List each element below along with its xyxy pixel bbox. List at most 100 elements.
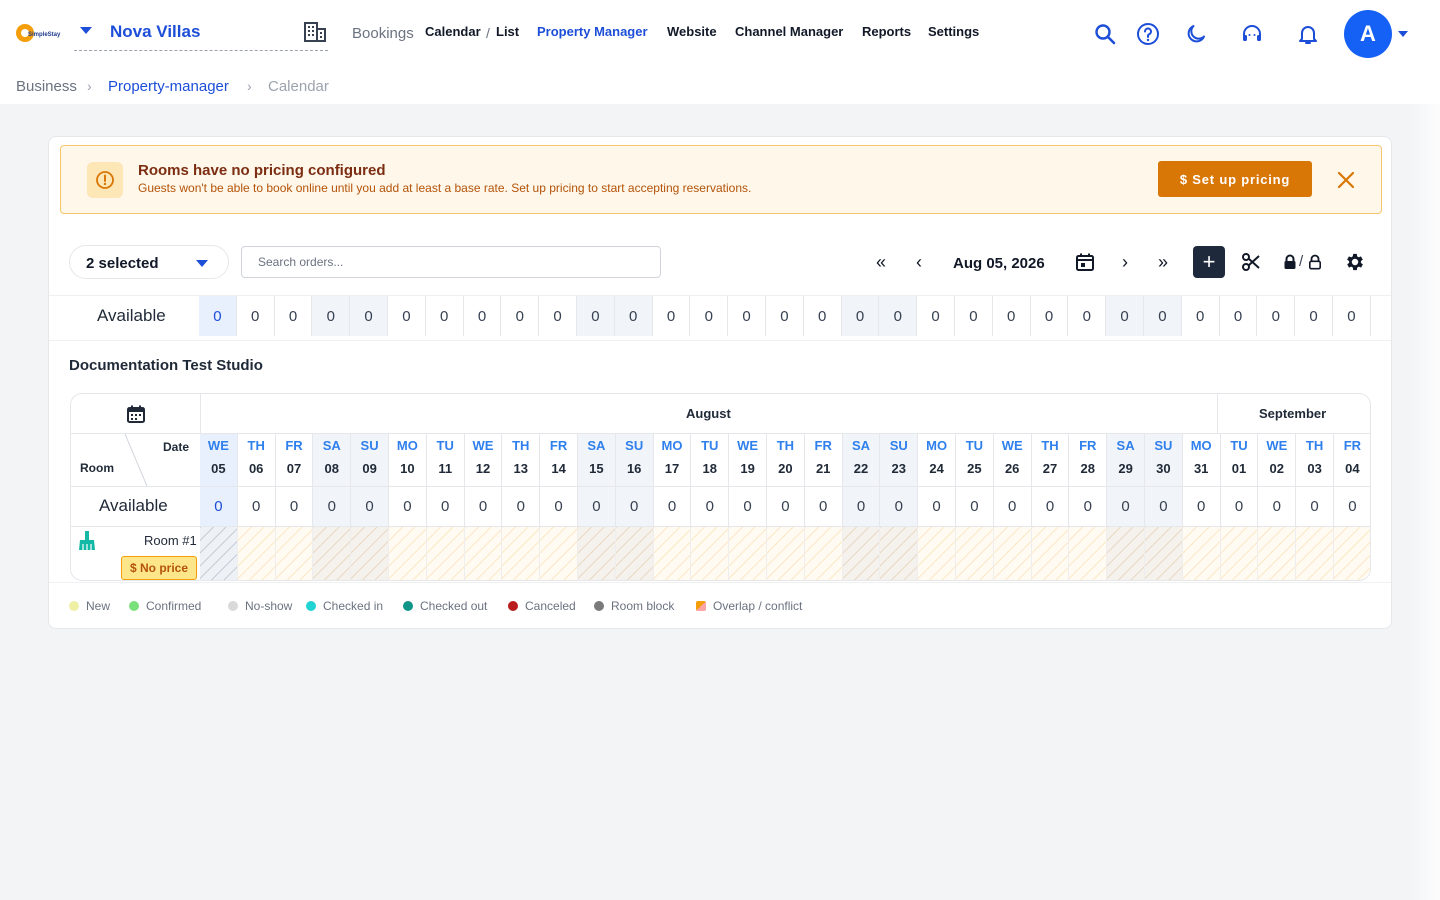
breadcrumb-business[interactable]: Business [16, 78, 77, 95]
support-headset-icon[interactable] [1240, 22, 1264, 46]
day-header[interactable]: MO 31 [1183, 434, 1221, 486]
scissors-icon[interactable] [1240, 251, 1262, 273]
available-count-cell[interactable]: 0 [804, 296, 842, 336]
room-day-cell[interactable] [389, 527, 427, 580]
available-count-cell[interactable]: 0 [1031, 296, 1069, 336]
room-day-cell[interactable] [729, 527, 767, 580]
day-header[interactable]: FR 21 [805, 434, 843, 486]
available-count-cell[interactable]: 0 [842, 487, 881, 526]
day-header[interactable]: WE 05 [200, 434, 238, 486]
day-header[interactable]: FR 28 [1069, 434, 1108, 486]
app-logo[interactable]: SimpleStay [16, 24, 68, 44]
property-name[interactable]: Nova Villas [110, 22, 200, 42]
nav-calendar[interactable]: Calendar [425, 24, 481, 39]
user-avatar[interactable]: A [1344, 10, 1392, 58]
available-count-cell[interactable]: 0 [1333, 296, 1371, 336]
day-header[interactable]: TH 06 [238, 434, 276, 486]
room-day-cell[interactable] [540, 527, 578, 580]
room-day-cell[interactable] [1258, 527, 1297, 580]
day-header[interactable]: SA 08 [313, 434, 352, 486]
first-page-icon[interactable]: « [870, 251, 892, 273]
available-count-cell[interactable]: 0 [540, 487, 578, 526]
room-day-cell[interactable] [578, 527, 616, 580]
available-count-cell[interactable]: 0 [1334, 487, 1370, 526]
day-header[interactable]: TH 27 [1032, 434, 1070, 486]
available-count-cell[interactable]: 0 [841, 296, 880, 336]
room-type-select[interactable]: 2 selected [69, 245, 229, 279]
available-count-cell[interactable]: 0 [1257, 296, 1296, 336]
available-count-cell[interactable]: 0 [238, 487, 276, 526]
room-day-cell[interactable] [767, 527, 805, 580]
nav-settings[interactable]: Settings [928, 24, 979, 39]
available-count-cell[interactable]: 0 [955, 296, 993, 336]
available-count-cell[interactable]: 0 [502, 487, 541, 526]
day-header[interactable]: TU 25 [956, 434, 994, 486]
day-header[interactable]: MO 17 [654, 434, 692, 486]
day-header[interactable]: MO 10 [389, 434, 427, 486]
room-day-cell[interactable] [1182, 527, 1221, 580]
notifications-bell-icon[interactable] [1296, 22, 1320, 46]
available-count-cell[interactable]: 0 [465, 487, 503, 526]
available-count-cell[interactable]: 0 [615, 487, 654, 526]
available-count-cell[interactable]: 0 [501, 296, 540, 336]
day-header[interactable]: MO 24 [918, 434, 956, 486]
available-count-cell[interactable]: 0 [427, 487, 465, 526]
day-header[interactable]: WE 02 [1258, 434, 1297, 486]
day-header[interactable]: TH 13 [502, 434, 541, 486]
room-name[interactable]: Room #1 [144, 533, 197, 548]
available-count-cell[interactable]: 0 [994, 487, 1032, 526]
available-count-cell[interactable]: 0 [389, 487, 427, 526]
room-day-cell[interactable] [351, 527, 389, 580]
available-count-cell[interactable]: 0 [1068, 296, 1107, 336]
available-count-cell[interactable]: 0 [1295, 296, 1333, 336]
settings-gear-icon[interactable] [1344, 251, 1366, 273]
room-day-cell[interactable] [842, 527, 881, 580]
room-day-cell[interactable] [313, 527, 352, 580]
available-count-cell[interactable]: 0 [275, 296, 313, 336]
day-header[interactable]: WE 19 [729, 434, 767, 486]
available-count-cell[interactable]: 0 [654, 487, 692, 526]
day-header[interactable]: WE 12 [465, 434, 503, 486]
room-day-cell[interactable] [918, 527, 956, 580]
add-booking-button[interactable]: + [1193, 246, 1225, 278]
available-count-cell[interactable]: 0 [918, 487, 956, 526]
day-header[interactable]: TU 01 [1221, 434, 1259, 486]
available-count-cell[interactable]: 0 [350, 296, 388, 336]
room-day-cell[interactable] [615, 527, 654, 580]
available-count-cell[interactable]: 0 [993, 296, 1031, 336]
current-date[interactable]: Aug 05, 2026 [953, 255, 1045, 272]
room-day-cell[interactable] [237, 527, 276, 580]
room-day-cell[interactable] [1220, 527, 1259, 580]
room-day-cell[interactable] [804, 527, 843, 580]
day-header[interactable]: FR 04 [1334, 434, 1370, 486]
available-count-cell[interactable]: 0 [1182, 296, 1220, 336]
available-count-cell[interactable]: 0 [1258, 487, 1297, 526]
available-count-cell[interactable]: 0 [577, 296, 615, 336]
breadcrumb-property-manager[interactable]: Property-manager [108, 78, 229, 95]
available-count-cell[interactable]: 0 [729, 487, 767, 526]
room-day-cell[interactable] [1145, 527, 1183, 580]
room-day-cell[interactable] [653, 527, 692, 580]
dark-mode-moon-icon[interactable] [1184, 22, 1208, 46]
day-header[interactable]: SA 15 [578, 434, 616, 486]
day-header[interactable]: SA 22 [842, 434, 881, 486]
last-page-icon[interactable]: » [1152, 251, 1174, 273]
available-count-cell[interactable]: 0 [956, 487, 994, 526]
available-count-cell[interactable]: 0 [690, 296, 729, 336]
nav-list[interactable]: List [496, 24, 519, 39]
next-icon[interactable]: › [1114, 251, 1136, 273]
day-header[interactable]: TU 11 [427, 434, 465, 486]
search-icon[interactable] [1093, 22, 1117, 46]
room-day-cell[interactable] [464, 527, 503, 580]
available-count-cell[interactable]: 0 [805, 487, 843, 526]
available-count-cell[interactable]: 0 [917, 296, 955, 336]
available-count-cell[interactable]: 0 [1106, 296, 1144, 336]
nav-reports[interactable]: Reports [862, 24, 911, 39]
day-header[interactable]: FR 07 [276, 434, 314, 486]
available-count-cell[interactable]: 0 [351, 487, 389, 526]
no-price-badge[interactable]: $ No price [121, 556, 197, 580]
day-header[interactable]: SU 30 [1145, 434, 1183, 486]
room-day-cell[interactable] [691, 527, 730, 580]
available-count-cell[interactable]: 0 [614, 296, 653, 336]
cleaning-broom-icon[interactable] [77, 530, 97, 552]
